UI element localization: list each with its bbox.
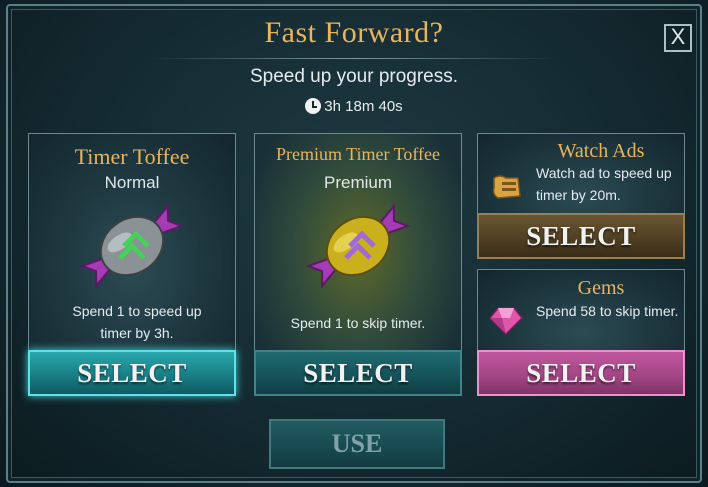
select-button-timer-toffee[interactable]: SELECT — [28, 350, 236, 396]
option-subtitle: Normal — [104, 173, 160, 192]
dialog-title: Fast Forward? — [264, 16, 444, 49]
select-button-label: SELECT — [526, 221, 636, 251]
use-button[interactable]: USE — [269, 419, 445, 469]
timer-readout: 3h 18m 40s — [0, 98, 708, 115]
option-title: Gems — [577, 277, 625, 299]
option-description: Spend 1 to speed up timer by 3h. — [72, 303, 202, 341]
use-button-label: USE — [331, 429, 383, 458]
gem-icon — [488, 307, 524, 336]
film-scroll-icon — [492, 175, 521, 199]
option-title: Premium Timer Toffee — [275, 144, 441, 164]
option-subtitle: Premium — [323, 173, 392, 192]
option-description: Watch ad to speed up timer by 20m. — [536, 165, 672, 203]
select-button-gems[interactable]: SELECT — [477, 350, 685, 396]
select-button-label: SELECT — [77, 358, 187, 388]
option-description: Spend 58 to skip timer. — [536, 303, 679, 319]
timer-toffee-candy-icon — [79, 203, 185, 289]
close-icon: X — [670, 24, 686, 49]
title-divider — [150, 58, 558, 59]
fast-forward-dialog: Fast Forward? X Speed up your progress. … — [0, 0, 708, 487]
option-title: Timer Toffee — [74, 144, 190, 169]
option-title: Watch Ads — [557, 140, 645, 162]
dialog-subtitle: Speed up your progress. — [249, 66, 459, 87]
premium-toffee-candy-icon — [305, 203, 411, 289]
close-button[interactable]: X — [664, 24, 692, 52]
select-button-label: SELECT — [526, 358, 636, 388]
select-button-watch-ads[interactable]: SELECT — [477, 213, 685, 259]
select-button-premium-toffee[interactable]: SELECT — [254, 350, 462, 396]
select-button-label: SELECT — [303, 358, 413, 388]
timer-value: 3h 18m 40s — [324, 98, 403, 115]
option-description: Spend 1 to skip timer. — [290, 315, 426, 331]
clock-icon — [305, 98, 322, 114]
